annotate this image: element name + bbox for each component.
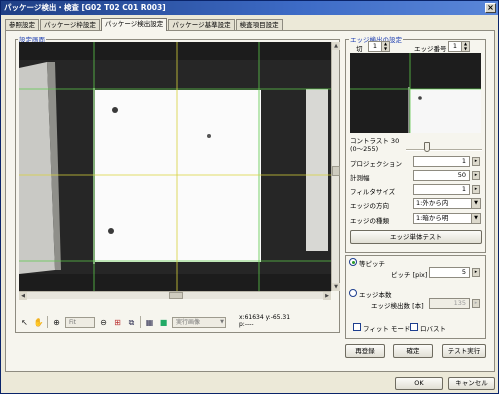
window-title: パッケージ検出・検査 [G02 T02 C01 R003] — [4, 3, 166, 12]
filter-size-field[interactable]: 1 — [413, 184, 470, 195]
scroll-left-icon[interactable]: ◀ — [19, 292, 27, 300]
pan-hand-icon[interactable]: ✋ — [33, 317, 44, 328]
test-run-button[interactable]: テスト実行 — [442, 344, 486, 358]
reregister-button[interactable]: 再登録 — [345, 344, 385, 358]
image-toolbar: ↖ ✋ ⊕ Fit ⊖ ⊞ ⧉ ▦ ■ 実行画像 ▼ — [19, 314, 339, 330]
pitch-label: ピッチ [pix] — [391, 271, 428, 279]
camera-image-view[interactable] — [19, 42, 331, 291]
edge-preview-drawing — [350, 53, 481, 133]
color-icon[interactable]: ■ — [158, 317, 169, 328]
contrast-slider-thumb[interactable] — [424, 142, 430, 152]
horizontal-scroll-thumb[interactable] — [169, 292, 183, 299]
filter-size-arrow-icon[interactable]: ▸ — [472, 185, 480, 194]
spinner-arrows-icon[interactable]: ▲ ▼ — [461, 41, 469, 51]
edge-count-radio[interactable] — [349, 289, 357, 297]
chevron-down-icon: ▼ — [471, 214, 480, 223]
scroll-down-icon[interactable]: ▼ — [332, 283, 340, 291]
cancel-button[interactable]: キャンセル — [448, 377, 495, 390]
measure-width-arrow-icon[interactable]: ▸ — [472, 171, 480, 180]
cursor-coordinates: x:61634 y:-65.31 p:---- — [239, 314, 290, 328]
fit-zoom-field[interactable]: Fit — [65, 316, 95, 328]
edge-single-test-button[interactable]: エッジ単体テスト — [350, 230, 482, 244]
fit-mode-checkbox[interactable] — [353, 323, 361, 331]
pitch-arrow-icon[interactable]: ▸ — [472, 268, 480, 277]
grid-icon[interactable]: ▦ — [144, 317, 155, 328]
pointer-icon[interactable]: ↖ — [19, 317, 30, 328]
equal-pitch-radio[interactable] — [349, 258, 357, 266]
edge-number-spinner[interactable]: 1 ▲ ▼ — [448, 41, 470, 52]
zoom-in-icon[interactable]: ⊕ — [51, 317, 62, 328]
ok-button[interactable]: OK — [395, 377, 443, 390]
vertical-scroll-thumb[interactable] — [332, 166, 340, 176]
edge-count-mode-label: エッジ本数 — [359, 291, 392, 299]
package-detection-window: パッケージ検出・検査 [G02 T02 C01 R003] × 参照設定 パッケ… — [0, 0, 499, 394]
edge-type-select[interactable]: 1:暗から明 ▼ — [413, 213, 481, 224]
confirm-button[interactable]: 確定 — [393, 344, 433, 358]
chevron-down-icon: ▼ — [220, 318, 224, 325]
edge-number-label: エッジ番号 — [414, 45, 447, 53]
measure-width-label: 計測幅 — [350, 174, 370, 182]
image-mode-select[interactable]: 実行画像 ▼ — [172, 316, 226, 328]
equal-pitch-label: 等ピッチ — [359, 260, 385, 268]
edge-count-field[interactable]: 135 — [429, 298, 470, 309]
cut-spinner[interactable]: 1 ▲ ▼ — [368, 41, 390, 52]
projection-label: プロジェクション — [350, 160, 402, 168]
scroll-right-icon[interactable]: ▶ — [323, 292, 331, 300]
image-mode-value: 実行画像 — [176, 318, 201, 326]
edge-direction-select[interactable]: 1:外から内 ▼ — [413, 198, 481, 209]
edge-count-label: エッジ検出数 [本] — [371, 302, 424, 310]
measure-width-field[interactable]: 50 — [413, 170, 470, 181]
robust-checkbox[interactable] — [410, 323, 418, 331]
close-button[interactable]: × — [485, 3, 496, 13]
edge-type-value: 1:暗から明 — [416, 214, 449, 222]
edge-direction-label: エッジの方向 — [350, 202, 389, 210]
edge-number-value: 1 — [452, 42, 457, 50]
projection-arrow-icon[interactable]: ▸ — [472, 157, 480, 166]
camera-image — [19, 42, 331, 291]
cut-label: 切 — [356, 45, 363, 53]
projection-field[interactable]: 1 — [413, 156, 470, 167]
pixel-value-line: p:---- — [239, 321, 254, 328]
robust-label: ロバスト — [420, 325, 446, 333]
edge-type-label: エッジの種類 — [350, 217, 389, 225]
scroll-up-icon[interactable]: ▲ — [332, 42, 340, 50]
coordinate-line: x:61634 y:-65.31 — [239, 314, 291, 321]
cut-value: 1 — [372, 42, 377, 50]
crosshair-icon[interactable]: ⊞ — [112, 317, 123, 328]
toolbar-divider — [47, 316, 48, 328]
contrast-range: (0～255) — [350, 145, 379, 153]
edge-count-arrow-icon[interactable]: ▸ — [472, 299, 480, 308]
fit-mode-label: フィット モード — [363, 325, 411, 333]
spinner-arrows-icon[interactable]: ▲ ▼ — [381, 41, 389, 51]
edge-preview-image — [350, 53, 481, 133]
toolbar-divider — [140, 316, 141, 328]
edge-direction-value: 1:外から内 — [416, 199, 449, 207]
filter-size-label: フィルタサイズ — [350, 188, 396, 196]
chevron-down-icon: ▼ — [471, 199, 480, 208]
image-vertical-scrollbar[interactable]: ▲ ▼ — [331, 42, 340, 291]
tab-package-detection-settings[interactable]: パッケージ検出設定 — [100, 18, 168, 31]
pitch-field[interactable]: 5 — [429, 267, 470, 278]
zoom-out-icon[interactable]: ⊖ — [98, 317, 109, 328]
image-horizontal-scrollbar[interactable]: ◀ ▶ — [19, 291, 331, 300]
contrast-slider-track[interactable] — [406, 149, 482, 151]
title-bar: パッケージ検出・検査 [G02 T02 C01 R003] × — [1, 1, 498, 15]
fit-window-icon[interactable]: ⧉ — [126, 317, 137, 328]
